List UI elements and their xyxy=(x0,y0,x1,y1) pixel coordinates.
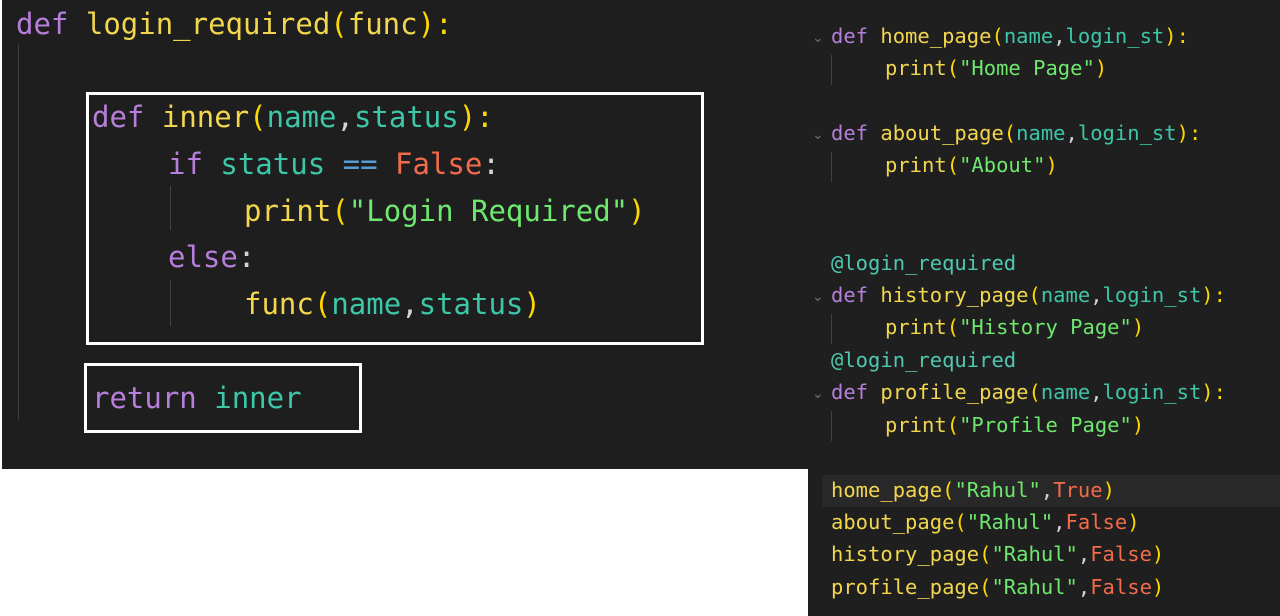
code-line-return-inner: return inner xyxy=(92,381,302,415)
indent-guide xyxy=(831,152,832,182)
code-line-print-home-page: print("Home Page") xyxy=(885,56,1108,80)
indent-guide xyxy=(18,44,19,420)
code-line-if-status: if status == False: xyxy=(168,147,500,181)
indent-guide xyxy=(831,411,832,441)
code-line-call-about-page: about_page("Rahul",False) xyxy=(831,510,1140,534)
code-line-call-home-page: home_page("Rahul",True) xyxy=(831,478,1115,502)
code-line-decorator: @login_required xyxy=(831,348,1017,372)
code-line-func-call: func(name,status) xyxy=(244,287,541,321)
code-line-def-inner: def inner(name,status): xyxy=(92,100,494,134)
code-line-print-login-required: print("Login Required") xyxy=(244,194,646,228)
indent-guide xyxy=(831,314,832,344)
code-line-else: else: xyxy=(168,240,256,274)
code-line-print-history-page: print("History Page") xyxy=(885,315,1145,339)
code-line-call-history-page: history_page("Rahul",False) xyxy=(831,542,1165,566)
chevron-down-icon[interactable]: ⌄ xyxy=(812,289,824,305)
chevron-down-icon[interactable]: ⌄ xyxy=(812,30,824,46)
code-line-def-home-page: def home_page(name,login_st): xyxy=(831,24,1189,48)
chevron-down-icon[interactable]: ⌄ xyxy=(812,127,824,143)
code-line-print-about: print("About") xyxy=(885,153,1058,177)
code-line-def-history-page: def history_page(name,login_st): xyxy=(831,283,1226,307)
code-line-print-profile-page: print("Profile Page") xyxy=(885,413,1145,437)
code-line-def-about-page: def about_page(name,login_st): xyxy=(831,121,1202,145)
chevron-down-icon[interactable]: ⌄ xyxy=(812,386,824,402)
indent-guide xyxy=(831,55,832,85)
code-line-def-profile-page: def profile_page(name,login_st): xyxy=(831,380,1226,404)
code-line-decorator: @login_required xyxy=(831,251,1017,275)
code-line-def-login-required: def login_required(func): xyxy=(16,7,453,41)
code-line-call-profile-page: profile_page("Rahul",False) xyxy=(831,575,1165,599)
